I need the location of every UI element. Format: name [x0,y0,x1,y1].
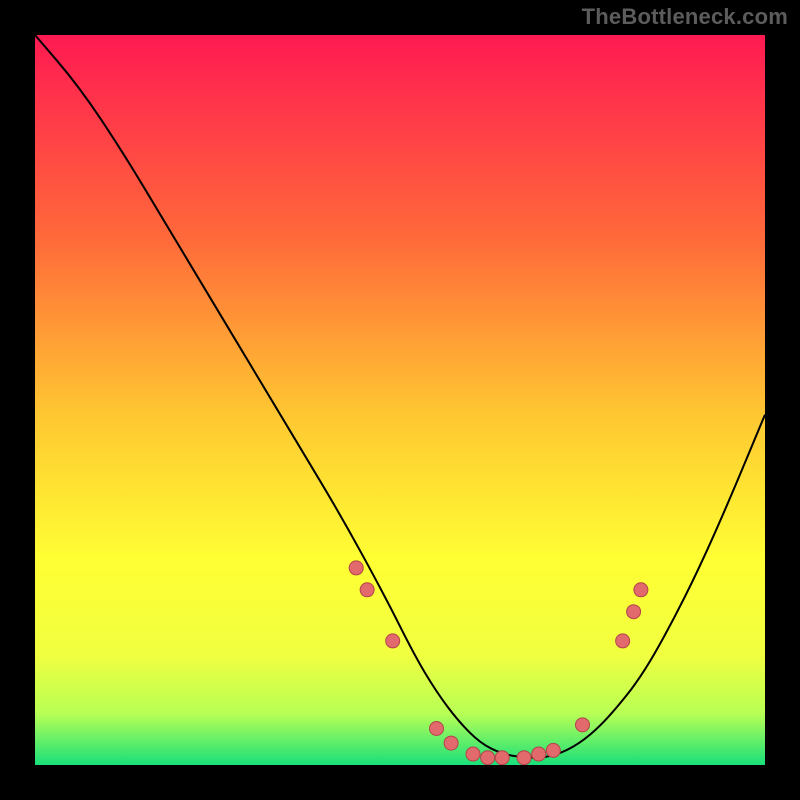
watermark-text: TheBottleneck.com [582,4,788,30]
curve-marker [517,751,531,765]
curve-marker [634,583,648,597]
curve-marker [532,747,546,761]
chart-frame: TheBottleneck.com [0,0,800,800]
curve-marker [466,747,480,761]
curve-marker [386,634,400,648]
curve-marker [444,736,458,750]
curve-marker [546,743,560,757]
curve-marker [481,751,495,765]
gradient-background [35,35,765,765]
chart-svg [35,35,765,765]
curve-marker [349,561,363,575]
plot-area [35,35,765,765]
curve-marker [627,605,641,619]
curve-marker [360,583,374,597]
curve-marker [616,634,630,648]
curve-marker [495,751,509,765]
curve-marker [576,718,590,732]
curve-marker [430,722,444,736]
